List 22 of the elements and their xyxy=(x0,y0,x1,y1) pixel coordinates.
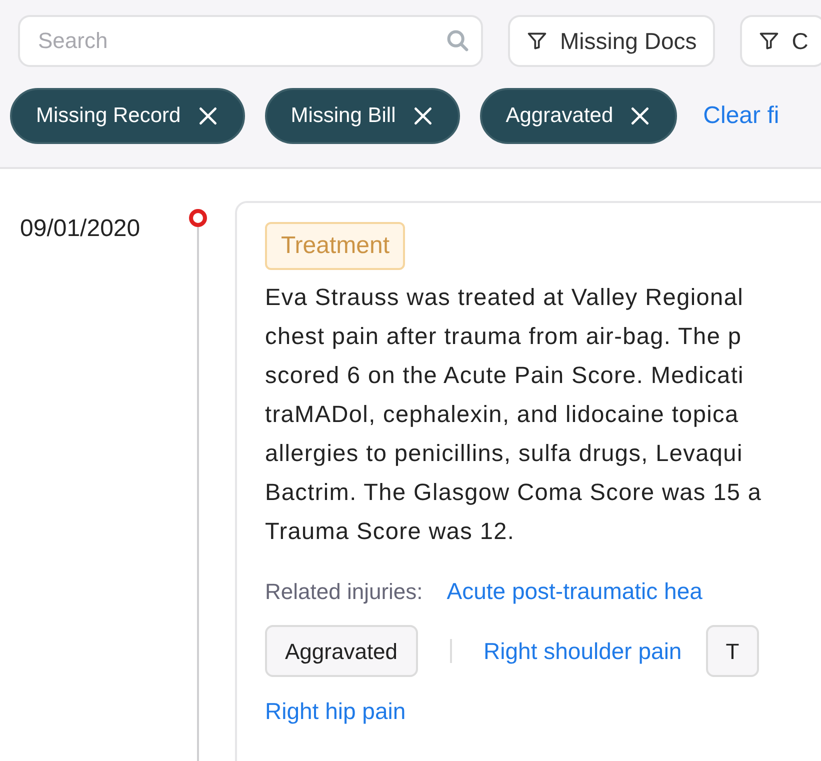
filter-icon xyxy=(526,30,548,52)
injury-tag: Aggravated xyxy=(265,625,418,677)
filter-chip[interactable]: Missing Record xyxy=(10,88,245,144)
category-tag: Treatment xyxy=(265,222,406,270)
close-icon xyxy=(412,105,434,127)
related-injuries-label: Related injuries: xyxy=(265,578,423,606)
close-icon xyxy=(196,105,219,127)
injury-link[interactable]: Right shoulder pain xyxy=(484,625,682,677)
filter-chip[interactable]: Missing Bill xyxy=(264,88,460,144)
filter-button[interactable]: C xyxy=(740,15,821,67)
filter-icon xyxy=(758,30,780,52)
injury-link[interactable]: Acute post-traumatic hea xyxy=(446,565,702,617)
filter-chip[interactable]: Aggravated xyxy=(480,88,678,144)
event-date: 09/01/2020 xyxy=(19,214,142,244)
filter-button[interactable]: Missing Docs xyxy=(508,15,715,67)
search-icon xyxy=(445,28,471,54)
clear-filters-link[interactable]: Clear fi xyxy=(703,98,780,134)
event-summary: Eva Strauss was treated at Valley Regional chest pain after trauma from air-bag. The p scored 6 on the Acute Pain Score. Medicati traMADol, cephalexin, and lidocaine topica allergies to penicillins, sulfa drugs, Levaqui Bactrim. The Glasgow Coma Score was 15 a Trauma Score was 12. xyxy=(265,283,763,546)
injury-link[interactable]: Right hip pain xyxy=(265,685,406,737)
search-field[interactable]: Search xyxy=(18,15,483,67)
close-icon xyxy=(629,105,652,127)
injury-tag: T xyxy=(706,625,760,677)
